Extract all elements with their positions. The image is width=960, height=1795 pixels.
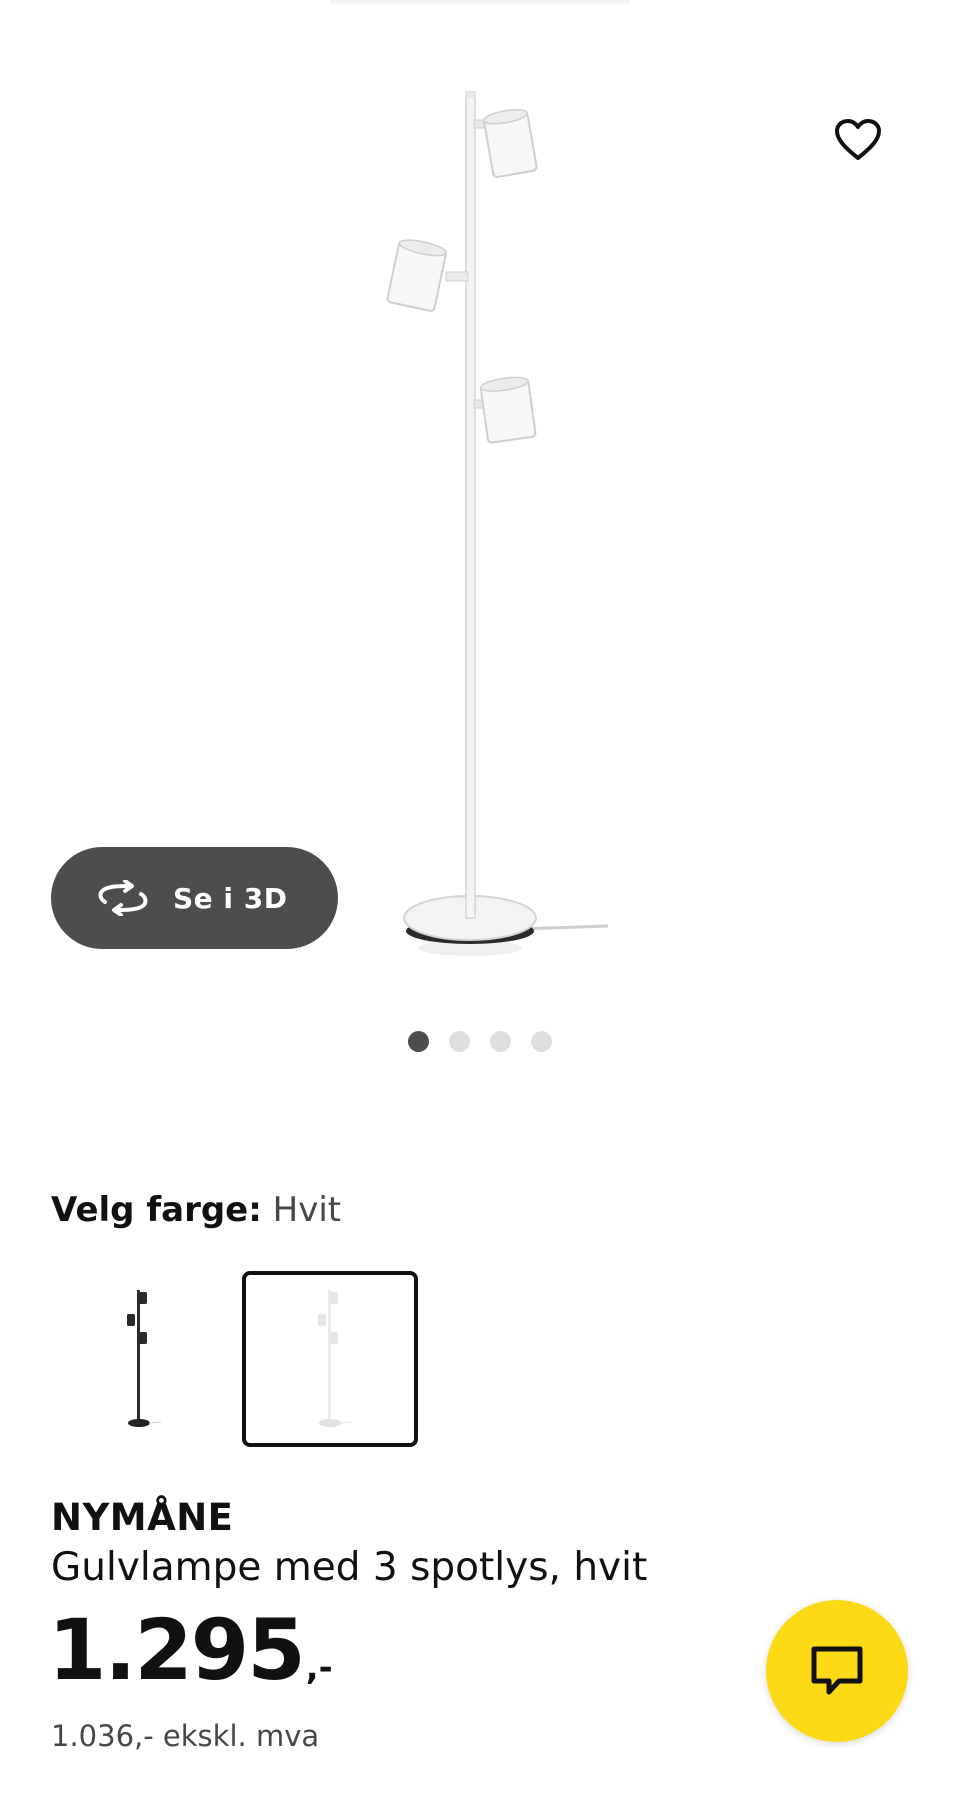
gallery-dot-3[interactable]: [490, 1031, 511, 1052]
view-in-3d-label: Se i 3D: [173, 881, 288, 915]
color-label-value: Hvit: [272, 1190, 342, 1230]
color-swatch-white[interactable]: [242, 1271, 418, 1447]
rotate-3d-icon: [95, 878, 151, 918]
view-in-3d-button[interactable]: Se i 3D: [51, 847, 338, 949]
gallery-pagination: [408, 1031, 552, 1052]
heart-outline-icon: [835, 119, 881, 160]
gallery-dot-4[interactable]: [531, 1031, 552, 1052]
favorite-button[interactable]: [830, 112, 886, 168]
price-amount: 1.295: [48, 1601, 306, 1699]
price-excluding-vat: 1.036,- ekskl. mva: [51, 1719, 320, 1753]
product-image-floor-lamp: [386, 91, 609, 956]
product-gallery[interactable]: Se i 3D: [0, 0, 960, 1052]
white-lamp-thumbnail: [318, 1290, 353, 1427]
chat-button[interactable]: [766, 1600, 908, 1742]
product-description: Gulvlampe med 3 spotlys, hvit: [51, 1545, 648, 1590]
color-label-key: Velg farge:: [51, 1190, 262, 1230]
product-name: NYMÅNE: [51, 1496, 234, 1539]
price-suffix: ,-: [305, 1648, 333, 1688]
black-lamp-thumbnail: [127, 1290, 162, 1427]
color-selector-label: Velg farge: Hvit: [51, 1188, 341, 1232]
price: 1.295 ,-: [48, 1608, 333, 1692]
color-swatch-black[interactable]: [51, 1271, 227, 1447]
gallery-dot-2[interactable]: [449, 1031, 470, 1052]
chat-bubble-icon: [811, 1646, 863, 1695]
gallery-dot-1[interactable]: [408, 1031, 429, 1052]
